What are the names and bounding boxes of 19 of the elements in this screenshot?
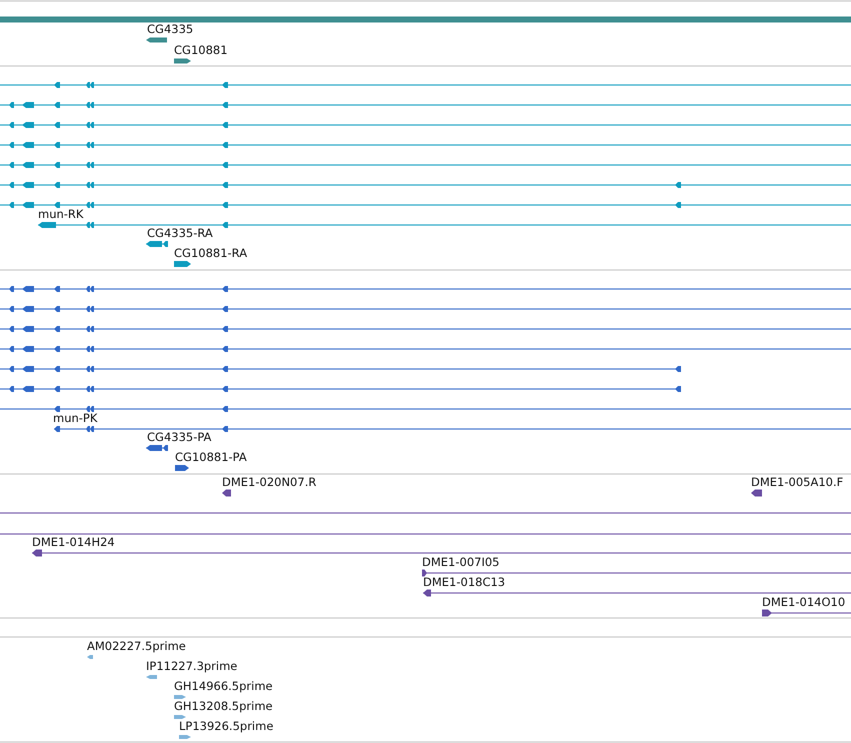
feature-label: DME1-014O10 [762,595,846,609]
feature-label: GH13208.5prime [174,699,273,713]
feature-label: CG10881-RA [174,246,248,260]
feature-label: CG4335-PA [147,430,212,444]
feature-label: DME1-018C13 [423,575,506,589]
feature-label: CG4335-RA [147,226,213,240]
feature-label: mun-PK [53,411,98,425]
feature-label: DME1-014H24 [32,535,115,549]
feature-label: DME1-007I05 [422,555,500,569]
feature-label: DME1-005A10.F [751,475,844,489]
feature-label: mun-RK [38,207,84,221]
feature-label: AM02227.5prime [87,639,186,653]
feature-label: CG10881-PA [175,450,247,464]
feature-label: GH14966.5prime [174,679,273,693]
feature-label: CG10881 [174,43,228,57]
feature-label: DME1-020N07.R [222,475,316,489]
feature-label: IP11227.3prime [146,659,238,673]
feature-label: CG4335 [147,22,194,36]
feature-label: LP13926.5prime [179,719,274,733]
